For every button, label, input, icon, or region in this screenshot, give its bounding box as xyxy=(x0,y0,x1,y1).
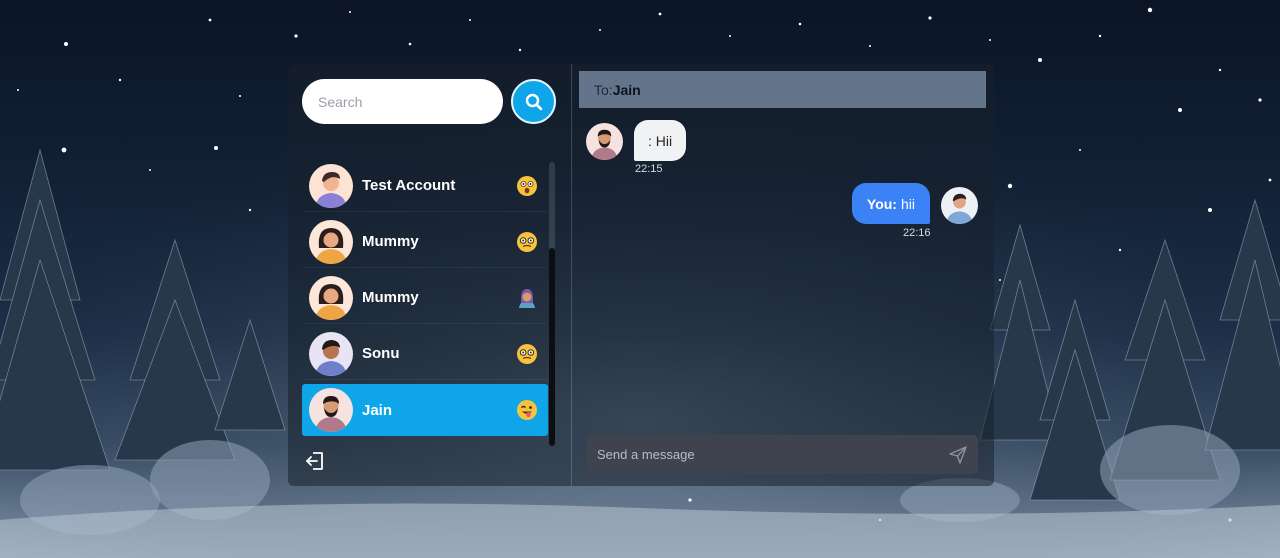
chat-header: To: Jain xyxy=(579,71,986,108)
contact-name: Sonu xyxy=(362,345,400,362)
avatar xyxy=(309,275,353,320)
outgoing-message-avatar xyxy=(941,187,978,224)
contact-name: Mummy xyxy=(362,289,419,306)
dizzy-face-icon xyxy=(517,343,537,364)
contact-item-test-account[interactable]: Test Account xyxy=(302,160,548,212)
astonished-face-icon xyxy=(517,175,537,196)
avatar xyxy=(309,219,353,264)
contact-item-jain[interactable]: Jain xyxy=(302,384,548,436)
message-timestamp: 22:15 xyxy=(635,163,663,175)
message-composer xyxy=(587,435,978,474)
message-timestamp: 22:16 xyxy=(903,227,931,239)
contact-name: Mummy xyxy=(362,233,419,250)
search-button[interactable] xyxy=(511,79,556,124)
search-icon xyxy=(525,93,542,110)
incoming-message-avatar xyxy=(586,123,623,160)
winking-tongue-face-icon xyxy=(517,400,537,420)
message-text: hii xyxy=(900,195,915,212)
message-text: : Hii xyxy=(648,132,673,149)
logout-icon[interactable] xyxy=(304,450,326,472)
message-input[interactable] xyxy=(587,435,948,474)
panel-divider xyxy=(571,64,572,486)
contact-item-mummy[interactable]: Mummy xyxy=(302,272,548,324)
contact-name: Jain xyxy=(362,401,393,419)
person-with-headscarf-icon xyxy=(519,288,535,308)
scrollbar-thumb[interactable] xyxy=(549,248,555,446)
outgoing-message-bubble: You: hii xyxy=(851,183,930,224)
contact-item-sonu[interactable]: Sonu xyxy=(302,328,548,380)
contact-list: Test Account Mummy Mummy Sonu Jain xyxy=(302,160,548,446)
contact-name: Test Account xyxy=(362,177,456,194)
incoming-message-bubble: : Hii xyxy=(634,120,687,161)
dizzy-face-icon xyxy=(517,231,537,252)
avatar xyxy=(309,331,353,376)
search-input[interactable] xyxy=(302,79,503,124)
message-sender: You: xyxy=(866,195,897,212)
sidebar: Test Account xyxy=(288,64,572,486)
recipient-prefix: To: xyxy=(594,81,613,98)
chat-app-panel: Test Account xyxy=(288,64,994,486)
recipient-name: Jain xyxy=(612,81,641,98)
avatar xyxy=(309,388,353,432)
avatar xyxy=(309,163,353,208)
contact-list-scrollbar[interactable] xyxy=(549,162,555,446)
send-icon[interactable] xyxy=(948,445,968,465)
contact-item-mummy[interactable]: Mummy xyxy=(302,216,548,268)
